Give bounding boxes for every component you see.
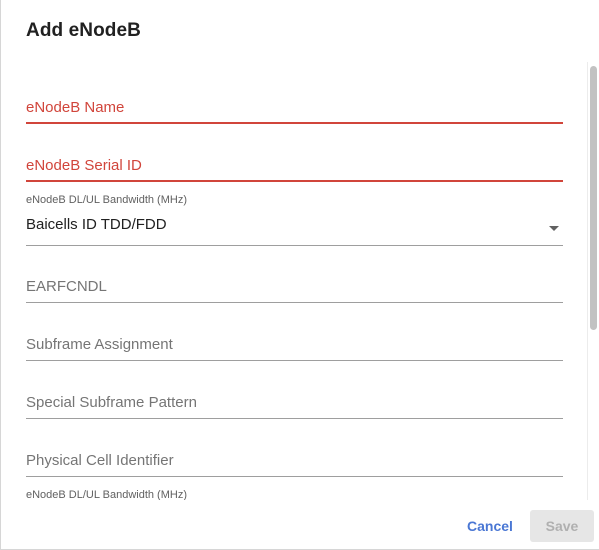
physical-cell-identifier-underline — [26, 476, 563, 477]
physical-cell-identifier-field[interactable]: Physical Cell Identifier — [26, 451, 563, 479]
subframe-assignment-field[interactable]: Subframe Assignment — [26, 335, 563, 363]
subframe-assignment-placeholder: Subframe Assignment — [26, 336, 173, 353]
enodeb-serial-field[interactable]: eNodeB Serial ID — [26, 156, 563, 184]
earfcndl-placeholder: EARFCNDL — [26, 278, 107, 295]
bandwidth-select[interactable]: eNodeB DL/UL Bandwidth (MHz) Baicells ID… — [26, 194, 563, 246]
special-subframe-pattern-placeholder: Special Subframe Pattern — [26, 394, 197, 411]
bandwidth-label-2: eNodeB DL/UL Bandwidth (MHz) — [26, 489, 187, 500]
enodeb-name-underline — [26, 122, 563, 124]
bandwidth-select-2[interactable]: eNodeB DL/UL Bandwidth (MHz) — [26, 488, 563, 500]
earfcndl-underline — [26, 302, 563, 303]
save-button[interactable]: Save — [530, 510, 594, 542]
bandwidth-label: eNodeB DL/UL Bandwidth (MHz) — [26, 194, 187, 206]
enodeb-serial-placeholder: eNodeB Serial ID — [26, 157, 142, 174]
chevron-down-icon — [549, 226, 559, 231]
enodeb-serial-underline — [26, 180, 563, 182]
cancel-button[interactable]: Cancel — [455, 510, 525, 542]
earfcndl-field[interactable]: EARFCNDL — [26, 277, 563, 305]
dialog-content: eNodeB Name eNodeB Serial ID eNodeB DL/U… — [1, 62, 599, 500]
enodeb-name-placeholder: eNodeB Name — [26, 99, 125, 116]
physical-cell-identifier-placeholder: Physical Cell Identifier — [26, 452, 174, 469]
subframe-assignment-underline — [26, 360, 563, 361]
add-enodeb-dialog: Add eNodeB eNodeB Name eNodeB Serial ID … — [0, 0, 599, 550]
special-subframe-pattern-field[interactable]: Special Subframe Pattern — [26, 393, 563, 421]
scrollbar-thumb[interactable] — [590, 66, 597, 330]
enodeb-name-field[interactable]: eNodeB Name — [26, 98, 563, 126]
bandwidth-value: Baicells ID TDD/FDD — [26, 216, 167, 233]
special-subframe-pattern-underline — [26, 418, 563, 419]
bandwidth-underline — [26, 245, 563, 246]
dialog-actions: Cancel Save — [1, 500, 599, 550]
dialog-title: Add eNodeB — [26, 20, 141, 41]
